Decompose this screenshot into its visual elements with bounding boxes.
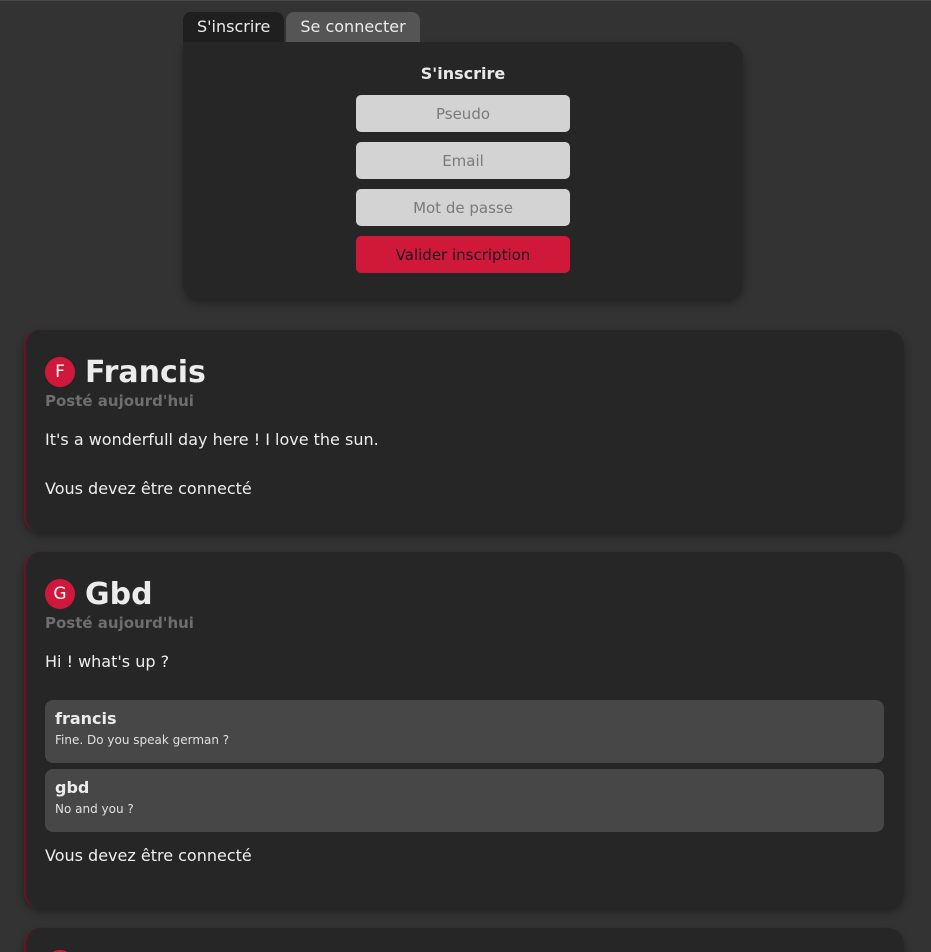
tab-signup[interactable]: S'inscrire: [183, 12, 285, 42]
avatar: G: [45, 579, 75, 609]
post-card: [24, 928, 904, 952]
signup-form: S'inscrire Valider inscription: [183, 42, 743, 299]
auth-panel: S'inscrire Se connecter S'inscrire Valid…: [183, 12, 743, 299]
avatar: F: [45, 357, 75, 387]
comment: francis Fine. Do you speak german ?: [45, 700, 884, 763]
post-date: Posté aujourd'hui: [45, 392, 194, 410]
comment-author: gbd: [55, 778, 90, 797]
post-header: G Gbd: [45, 574, 884, 614]
post-card: G Gbd Posté aujourd'hui Hi ! what's up ?…: [24, 552, 904, 908]
login-required-notice: Vous devez être connecté: [45, 479, 252, 498]
form-title: S'inscrire: [420, 64, 506, 83]
comment-list: francis Fine. Do you speak german ? gbd …: [45, 700, 884, 832]
comment-text: No and you ?: [55, 802, 134, 816]
comment-author: francis: [55, 709, 117, 728]
login-required-notice: Vous devez être connecté: [45, 846, 252, 865]
password-input[interactable]: [356, 189, 570, 226]
pseudo-input[interactable]: [356, 95, 570, 132]
post-header: F Francis: [45, 352, 884, 392]
post-card: F Francis Posté aujourd'hui It's a wonde…: [24, 330, 904, 532]
post-author: Francis: [85, 354, 206, 390]
email-input[interactable]: [356, 142, 570, 179]
comment-text: Fine. Do you speak german ?: [55, 733, 230, 747]
post-text: Hi ! what's up ?: [45, 652, 170, 671]
post-date: Posté aujourd'hui: [45, 614, 194, 632]
tab-login[interactable]: Se connecter: [286, 12, 420, 42]
post-author: Gbd: [85, 576, 153, 612]
comment: gbd No and you ?: [45, 769, 884, 832]
auth-tabs: S'inscrire Se connecter: [183, 12, 743, 42]
post-text: It's a wonderfull day here ! I love the …: [45, 430, 379, 449]
submit-signup-button[interactable]: Valider inscription: [356, 236, 570, 273]
